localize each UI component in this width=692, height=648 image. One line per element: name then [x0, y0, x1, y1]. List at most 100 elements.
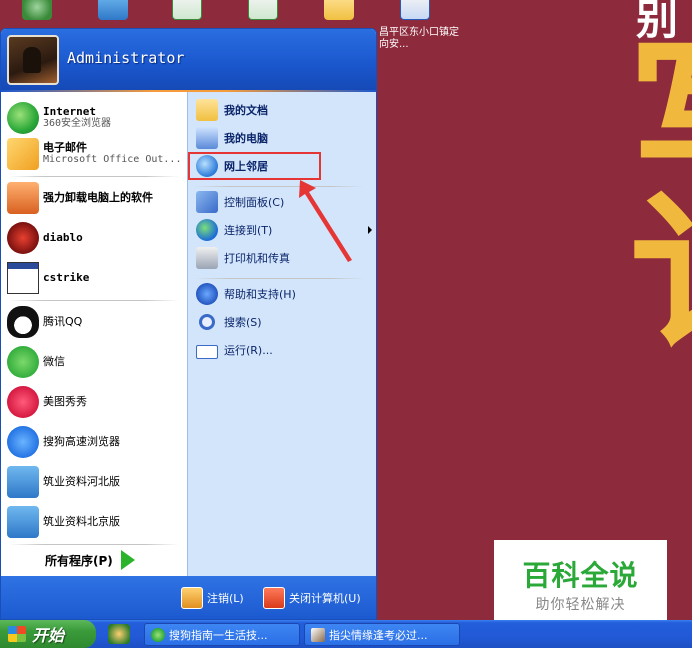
task-button-zhijian[interactable]: 指尖情缘逢考必过...: [304, 623, 460, 646]
menu-label: 帮助和支持(H): [224, 288, 296, 301]
browser-icon: [151, 627, 165, 642]
watermark-title: 百科全说: [522, 559, 639, 592]
key-icon: [181, 587, 203, 609]
recycle-bin-icon[interactable]: [22, 0, 52, 20]
start-menu: Administrator Internet 360安全浏览器 电子邮件 Mic…: [0, 28, 377, 620]
help-icon: [196, 283, 218, 305]
house-icon: [7, 506, 39, 538]
program-label: 腾讯QQ: [43, 315, 83, 328]
desktop-icons-row: [0, 0, 460, 28]
start-menu-programs: Internet 360安全浏览器 电子邮件 Microsoft Office …: [1, 92, 187, 576]
shutdown-button[interactable]: 关闭计算机(U): [263, 585, 361, 611]
logoff-label: 注销(L): [207, 592, 244, 605]
watermark: 百科全说 助你轻松解决: [494, 540, 667, 620]
diablo-icon: [7, 222, 39, 254]
user-avatar[interactable]: [7, 35, 59, 85]
separator: [9, 176, 179, 177]
pinned-internet[interactable]: Internet 360安全浏览器: [7, 100, 183, 136]
program-label: 筑业资料北京版: [43, 515, 120, 528]
start-menu-footer: 注销(L) 关闭计算机(U): [1, 576, 376, 619]
pinned-subtitle: Microsoft Office Out...: [43, 154, 182, 165]
qq-penguin-icon: [7, 306, 39, 338]
menu-my-computer[interactable]: 我的电脑: [196, 126, 372, 150]
program-label: diablo: [43, 231, 83, 244]
excel-file-icon[interactable]: [172, 0, 202, 20]
menu-run[interactable]: 运行(R)...: [196, 338, 372, 362]
program-diablo[interactable]: diablo: [7, 220, 183, 256]
highlight-box: [188, 152, 321, 180]
program-meitu[interactable]: 美图秀秀: [7, 384, 183, 420]
control-panel-icon: [196, 191, 218, 213]
pinned-email[interactable]: 电子邮件 Microsoft Office Out...: [7, 136, 183, 172]
house-icon[interactable]: [98, 0, 128, 20]
run-icon: [196, 345, 218, 359]
program-label: cstrike: [43, 271, 90, 284]
browser-360-icon: [7, 102, 39, 134]
printer-icon: [196, 247, 218, 269]
user-name: Administrator: [67, 49, 185, 67]
program-sogou-browser[interactable]: 搜狗高速浏览器: [7, 424, 183, 460]
desktop-icon-label[interactable]: 昌平区东小口镇定向安...: [379, 27, 459, 51]
program-label: 微信: [43, 355, 65, 368]
globe-connect-icon: [196, 219, 218, 241]
menu-my-documents[interactable]: 我的文档: [196, 98, 372, 122]
start-label: 开始: [32, 626, 65, 645]
task-label: 搜狗指南一生活技...: [169, 628, 268, 642]
menu-label: 连接到(T): [224, 224, 273, 237]
program-label: 搜狗高速浏览器: [43, 435, 120, 448]
application-window-icon: [7, 262, 39, 294]
all-programs-button[interactable]: 所有程序(P): [45, 548, 175, 572]
house-icon: [7, 466, 39, 498]
menu-label: 打印机和传真: [224, 252, 290, 265]
word-file-icon[interactable]: [400, 0, 430, 20]
app-icon: [311, 627, 325, 642]
submenu-arrow-icon: [368, 226, 372, 234]
search-icon: [199, 314, 215, 330]
logoff-button[interactable]: 注销(L): [181, 585, 244, 611]
sogou-browser-icon: [7, 426, 39, 458]
program-uninstaller[interactable]: 强力卸载电脑上的软件: [7, 180, 183, 216]
windows-logo-icon: [8, 626, 26, 642]
menu-label: 我的电脑: [224, 132, 268, 145]
program-wechat[interactable]: 微信: [7, 344, 183, 380]
wechat-icon: [7, 346, 39, 378]
quick-launch-icon[interactable]: [108, 624, 130, 644]
outlook-icon: [7, 138, 39, 170]
background-glyph: 讠: [630, 190, 692, 360]
start-menu-header: Administrator: [1, 29, 376, 91]
play-arrow-icon: [120, 550, 135, 570]
folder-icon[interactable]: [324, 0, 354, 20]
taskbar: 开始 搜狗指南一生活技... 指尖情缘逢考必过...: [0, 620, 692, 648]
shutdown-label: 关闭计算机(U): [289, 592, 361, 605]
pinned-title: Internet: [43, 105, 96, 118]
task-label: 指尖情缘逢考必过...: [329, 628, 428, 642]
uninstall-icon: [7, 182, 39, 214]
menu-label: 运行(R)...: [224, 344, 273, 357]
documents-folder-icon: [196, 99, 218, 121]
menu-label: 我的文档: [224, 104, 268, 117]
task-button-sogou[interactable]: 搜狗指南一生活技...: [144, 623, 300, 646]
all-programs-label: 所有程序(P): [45, 553, 113, 568]
excel-file-icon[interactable]: [248, 0, 278, 20]
pinned-subtitle: 360安全浏览器: [43, 118, 112, 129]
computer-icon: [196, 127, 218, 149]
program-zhuye-hebei[interactable]: 筑业资料河北版: [7, 464, 183, 500]
program-cstrike[interactable]: cstrike: [7, 260, 183, 296]
meitu-icon: [7, 386, 39, 418]
menu-label: 搜索(S): [224, 316, 262, 329]
program-zhuye-beijing[interactable]: 筑业资料北京版: [7, 504, 183, 540]
program-label: 筑业资料河北版: [43, 475, 120, 488]
menu-help[interactable]: 帮助和支持(H): [196, 282, 372, 306]
menu-search[interactable]: 搜索(S): [196, 310, 372, 334]
start-button[interactable]: 开始: [0, 620, 96, 648]
program-qq[interactable]: 腾讯QQ: [7, 304, 183, 340]
separator: [9, 300, 179, 301]
program-label: 强力卸载电脑上的软件: [43, 191, 153, 204]
program-label: 美图秀秀: [43, 395, 87, 408]
separator: [9, 544, 179, 545]
power-icon: [263, 587, 285, 609]
separator: [194, 278, 364, 279]
watermark-subtitle: 助你轻松解决: [535, 597, 626, 613]
pinned-title: 电子邮件: [43, 141, 87, 154]
annotation-arrow: [299, 180, 352, 262]
